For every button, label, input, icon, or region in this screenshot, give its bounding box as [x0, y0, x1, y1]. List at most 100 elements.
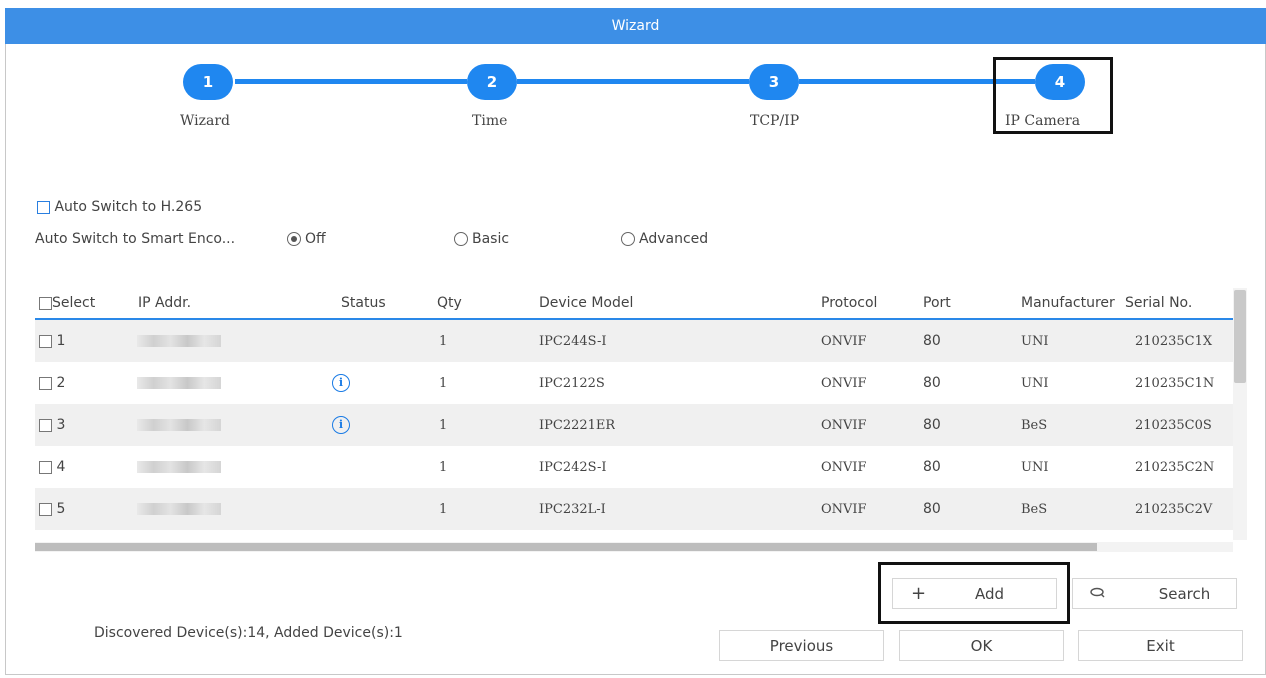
model-cell: IPC232L-I	[539, 501, 606, 517]
auto-h265-option[interactable]: Auto Switch to H.265	[37, 199, 202, 215]
ip-addr-cell	[137, 362, 221, 404]
discovery-status: Discovered Device(s):14, Added Device(s)…	[94, 625, 403, 641]
step-2-label: Time	[472, 113, 508, 129]
radio-basic-indicator[interactable]	[454, 232, 468, 246]
header-select[interactable]: Select	[39, 288, 95, 318]
row-checkbox[interactable]	[39, 418, 52, 432]
table-row[interactable]: 4 1 IPC242S-I ONVIF 80 UNI 210235C2N	[35, 446, 1233, 488]
header-manufacturer[interactable]: Manufacturer	[1021, 288, 1115, 318]
qty-cell: 1	[439, 459, 448, 475]
ip-addr-cell	[137, 320, 221, 362]
protocol-cell: ONVIF	[821, 459, 867, 475]
status-cell: i	[332, 404, 350, 446]
model-cell: IPC244S-I	[539, 333, 607, 349]
row-index: 4	[56, 459, 66, 475]
radio-off[interactable]: Off	[287, 231, 326, 247]
protocol-cell: ONVIF	[821, 501, 867, 517]
header-device-model[interactable]: Device Model	[539, 288, 633, 318]
ok-button[interactable]: OK	[899, 630, 1064, 661]
radio-basic[interactable]: Basic	[454, 231, 509, 247]
protocol-cell: ONVIF	[821, 333, 867, 349]
radio-advanced[interactable]: Advanced	[621, 231, 708, 247]
protocol-cell: ONVIF	[821, 375, 867, 391]
step-1-circle: 1	[183, 64, 233, 100]
ip-addr-cell	[137, 488, 221, 530]
manufacturer-cell: UNI	[1021, 459, 1049, 475]
table-horizontal-scrollbar[interactable]	[35, 542, 1233, 552]
vertical-scroll-thumb[interactable]	[1234, 290, 1246, 383]
select-all-checkbox[interactable]	[39, 296, 52, 310]
step-2-circle: 2	[467, 64, 517, 100]
add-button-highlight	[878, 562, 1070, 624]
radio-basic-label: Basic	[472, 231, 510, 247]
protocol-cell: ONVIF	[821, 417, 867, 433]
table-vertical-scrollbar[interactable]	[1233, 288, 1247, 540]
row-select[interactable]: 5	[39, 488, 65, 530]
model-cell: IPC242S-I	[539, 459, 607, 475]
table-row[interactable]: 3 i 1 IPC2221ER ONVIF 80 BeS 210235C0S	[35, 404, 1233, 446]
row-index: 5	[56, 501, 66, 517]
header-qty[interactable]: Qty	[437, 288, 462, 318]
manufacturer-cell: BeS	[1021, 501, 1048, 517]
table-row[interactable]: 2 i 1 IPC2122S ONVIF 80 UNI 210235C1N	[35, 362, 1233, 404]
row-select[interactable]: 1	[39, 320, 65, 362]
port-cell: 80	[923, 417, 941, 433]
radio-off-label: Off	[305, 231, 326, 247]
ip-addr-blurred	[137, 503, 221, 515]
qty-cell: 1	[439, 375, 448, 391]
port-cell: 80	[923, 375, 941, 391]
serial-cell: 210235C1N	[1135, 375, 1215, 391]
step-connector	[235, 79, 467, 84]
header-ip-addr[interactable]: IP Addr.	[138, 288, 191, 318]
step-4-highlight	[993, 57, 1113, 134]
previous-button[interactable]: Previous	[719, 630, 884, 661]
search-button-label: Search	[1158, 584, 1211, 603]
ip-addr-blurred	[137, 377, 221, 389]
port-cell: 80	[923, 333, 941, 349]
window-title: Wizard	[5, 8, 1266, 44]
header-serial-no[interactable]: Serial No.	[1125, 288, 1192, 318]
model-cell: IPC2221ER	[539, 417, 616, 433]
table-header: Select IP Addr. Status Qty Device Model …	[35, 288, 1233, 320]
smart-encoding-label: Auto Switch to Smart Enco...	[35, 231, 236, 247]
row-select[interactable]: 3	[39, 404, 65, 446]
row-checkbox[interactable]	[39, 376, 52, 390]
radio-advanced-label: Advanced	[639, 231, 709, 247]
ip-addr-cell	[137, 404, 221, 446]
header-protocol[interactable]: Protocol	[821, 288, 877, 318]
serial-cell: 210235C0S	[1135, 417, 1212, 433]
auto-h265-checkbox[interactable]	[37, 200, 50, 214]
row-checkbox[interactable]	[39, 502, 52, 516]
table-row[interactable]: 1 1 IPC244S-I ONVIF 80 UNI 210235C1X	[35, 320, 1233, 362]
row-checkbox[interactable]	[39, 334, 52, 348]
radio-advanced-indicator[interactable]	[621, 232, 635, 246]
status-cell: i	[332, 362, 350, 404]
table-row[interactable]: 5 1 IPC232L-I ONVIF 80 BeS 210235C2V	[35, 488, 1233, 530]
serial-cell: 210235C1X	[1135, 333, 1213, 349]
step-1-label: Wizard	[180, 113, 230, 129]
header-port[interactable]: Port	[923, 288, 951, 318]
manufacturer-cell: UNI	[1021, 375, 1049, 391]
row-select[interactable]: 2	[39, 362, 65, 404]
qty-cell: 1	[439, 501, 448, 517]
radio-off-indicator[interactable]	[287, 232, 301, 246]
exit-button[interactable]: Exit	[1078, 630, 1243, 661]
info-icon[interactable]: i	[332, 416, 350, 434]
device-table: Select IP Addr. Status Qty Device Model …	[35, 288, 1233, 538]
row-checkbox[interactable]	[39, 460, 52, 474]
header-status[interactable]: Status	[341, 288, 386, 318]
manufacturer-cell: BeS	[1021, 417, 1048, 433]
search-icon	[1089, 584, 1107, 606]
info-icon[interactable]: i	[332, 374, 350, 392]
row-select[interactable]: 4	[39, 446, 65, 488]
ip-addr-blurred	[137, 461, 221, 473]
step-3-circle: 3	[749, 64, 799, 100]
horizontal-scroll-thumb[interactable]	[35, 543, 1097, 551]
manufacturer-cell: UNI	[1021, 333, 1049, 349]
row-index: 1	[56, 333, 66, 349]
qty-cell: 1	[439, 333, 448, 349]
step-connector	[517, 79, 749, 84]
search-button[interactable]: Search	[1072, 578, 1237, 609]
qty-cell: 1	[439, 417, 448, 433]
port-cell: 80	[923, 459, 941, 475]
